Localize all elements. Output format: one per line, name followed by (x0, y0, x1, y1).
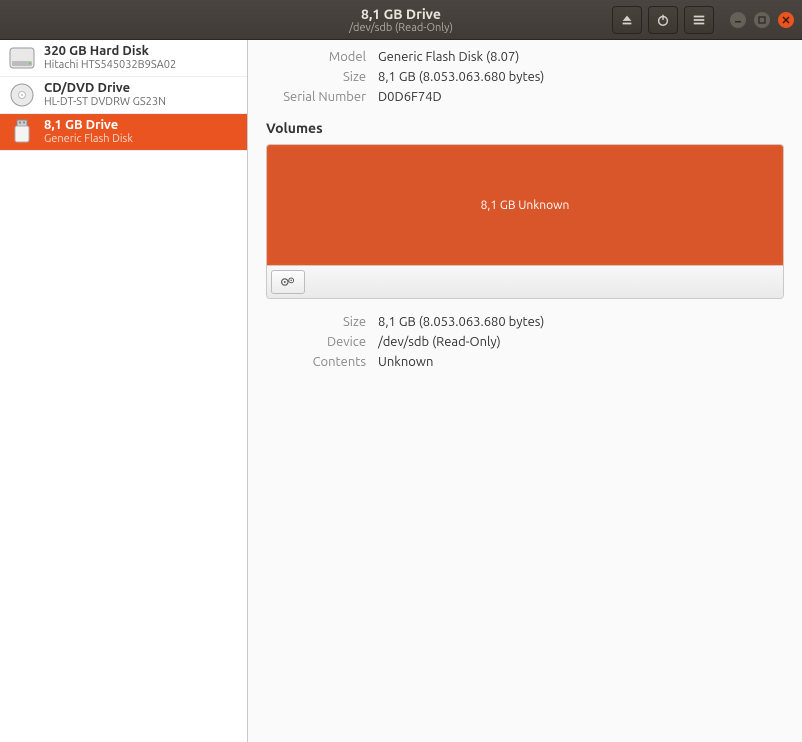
drive-subtitle: Hitachi HTS545032B9SA02 (44, 59, 176, 72)
sidebar-item-hdd[interactable]: 320 GB Hard Disk Hitachi HTS545032B9SA02 (0, 40, 247, 77)
drive-details: Model Generic Flash Disk (8.07) Size 8,1… (266, 50, 784, 104)
size-label: Size (266, 70, 366, 84)
minimize-icon (734, 16, 742, 24)
size-value: 8,1 GB (8.053.063.680 bytes) (378, 70, 784, 84)
maximize-button[interactable] (754, 12, 770, 28)
vol-contents-value: Unknown (378, 355, 784, 369)
power-icon (656, 13, 670, 27)
volume-settings-button[interactable] (271, 270, 305, 294)
sidebar-item-optical[interactable]: CD/DVD Drive HL-DT-ST DVDRW GS23N (0, 77, 247, 114)
window-controls (730, 12, 794, 28)
window-title: 8,1 GB Drive (349, 6, 453, 22)
window: 8,1 GB Drive /dev/sdb (Read-Only) (0, 0, 802, 742)
close-button[interactable] (778, 12, 794, 28)
drive-title: 320 GB Hard Disk (44, 44, 176, 59)
drive-title: CD/DVD Drive (44, 81, 166, 96)
eject-icon (620, 13, 634, 27)
model-label: Model (266, 50, 366, 64)
optical-icon (8, 81, 36, 109)
close-icon (782, 16, 790, 24)
drive-text: CD/DVD Drive HL-DT-ST DVDRW GS23N (44, 81, 166, 109)
drive-text: 8,1 GB Drive Generic Flash Disk (44, 118, 133, 146)
volume-panel: 8,1 GB Unknown (266, 144, 784, 299)
hdd-icon (8, 44, 36, 72)
volume-details: Size 8,1 GB (8.053.063.680 bytes) Device… (266, 315, 784, 369)
serial-value: D0D6F74D (378, 90, 784, 104)
volume-block-label: 8,1 GB Unknown (481, 199, 570, 212)
volume-toolbar (267, 265, 783, 298)
titlebar: 8,1 GB Drive /dev/sdb (Read-Only) (0, 0, 802, 40)
menu-button[interactable] (684, 6, 714, 34)
content-area: 320 GB Hard Disk Hitachi HTS545032B9SA02… (0, 40, 802, 742)
vol-size-label: Size (266, 315, 366, 329)
power-button[interactable] (648, 6, 678, 34)
vol-size-value: 8,1 GB (8.053.063.680 bytes) (378, 315, 784, 329)
titlebar-actions (612, 6, 794, 34)
drive-text: 320 GB Hard Disk Hitachi HTS545032B9SA02 (44, 44, 176, 72)
vol-device-value: /dev/sdb (Read-Only) (378, 335, 784, 349)
drive-subtitle: Generic Flash Disk (44, 133, 133, 146)
minimize-button[interactable] (730, 12, 746, 28)
window-subtitle: /dev/sdb (Read-Only) (349, 22, 453, 34)
usb-icon (8, 118, 36, 146)
volume-block[interactable]: 8,1 GB Unknown (267, 145, 783, 265)
sidebar: 320 GB Hard Disk Hitachi HTS545032B9SA02… (0, 40, 248, 742)
maximize-icon (758, 16, 766, 24)
sidebar-item-usb[interactable]: 8,1 GB Drive Generic Flash Disk (0, 114, 247, 151)
eject-button[interactable] (612, 6, 642, 34)
vol-contents-label: Contents (266, 355, 366, 369)
gears-icon (280, 275, 296, 289)
title-group: 8,1 GB Drive /dev/sdb (Read-Only) (349, 6, 453, 34)
hamburger-icon (692, 13, 706, 27)
serial-label: Serial Number (266, 90, 366, 104)
model-value: Generic Flash Disk (8.07) (378, 50, 784, 64)
drive-subtitle: HL-DT-ST DVDRW GS23N (44, 96, 166, 109)
vol-device-label: Device (266, 335, 366, 349)
volumes-header: Volumes (266, 120, 784, 136)
main-panel: Model Generic Flash Disk (8.07) Size 8,1… (248, 40, 802, 742)
drive-title: 8,1 GB Drive (44, 118, 133, 133)
